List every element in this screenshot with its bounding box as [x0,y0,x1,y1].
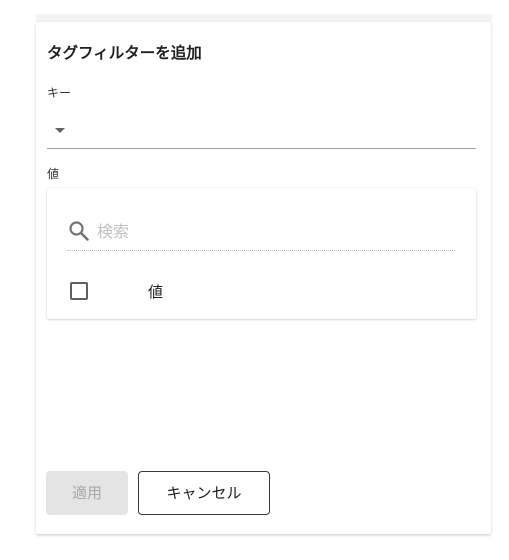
key-select[interactable] [47,117,476,149]
value-option-label: 値 [148,283,164,301]
dialog-title: タグフィルターを追加 [47,44,202,62]
apply-button[interactable]: 適用 [46,471,128,515]
add-tag-filter-dialog: タグフィルターを追加 キー 値 値 適用 キャンセル [36,22,491,534]
key-label: キー [47,86,72,100]
search-icon [69,221,89,241]
dropdown-caret-icon [55,128,65,133]
value-picker-panel: 値 [47,188,476,319]
search-field[interactable] [67,216,455,251]
search-input[interactable] [97,218,447,244]
value-label: 値 [47,167,60,181]
value-option-row[interactable]: 値 [67,278,455,312]
cancel-button[interactable]: キャンセル [138,471,270,515]
value-option-checkbox[interactable] [70,282,88,300]
